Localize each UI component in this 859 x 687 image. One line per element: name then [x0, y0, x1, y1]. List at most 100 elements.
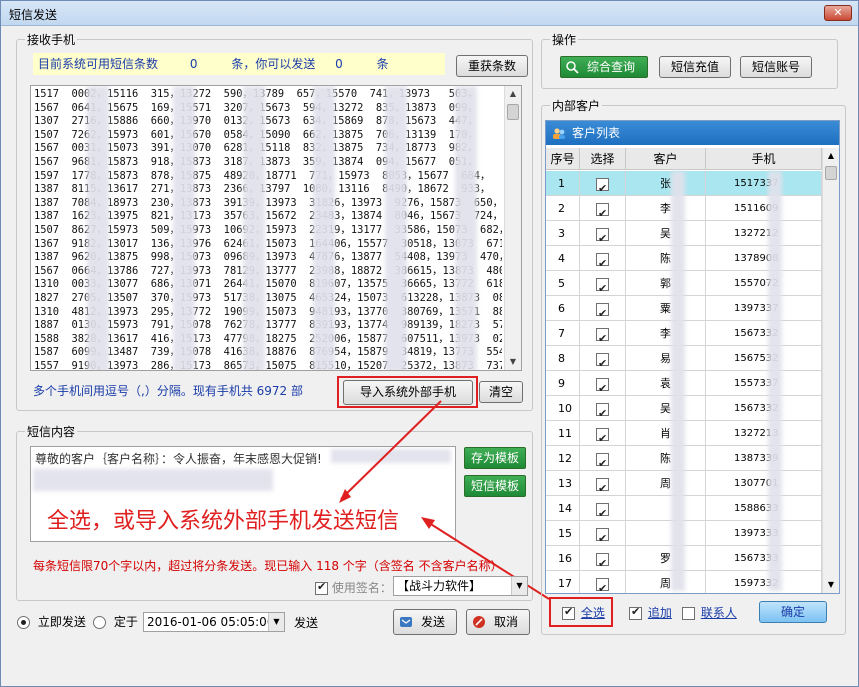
save-template-button[interactable]: 存为模板	[464, 447, 526, 469]
chevron-down-icon[interactable]: ▼	[511, 577, 527, 595]
sms-length-hint: 每条短信限70个字以内，超过将分条发送。现已输入 118 个字（含签名 不含客户…	[33, 559, 503, 573]
col-header-select[interactable]: 选择	[580, 148, 626, 170]
col-header-phone[interactable]: 手机	[706, 148, 822, 170]
row-select[interactable]	[580, 571, 626, 593]
row-select[interactable]	[580, 196, 626, 221]
customer-list-header: 客户列表	[546, 121, 839, 145]
row-select[interactable]	[580, 496, 626, 521]
row-select-checkbox[interactable]	[596, 576, 609, 593]
sms-template-button[interactable]: 短信模板	[464, 475, 526, 497]
scroll-thumb[interactable]	[507, 104, 519, 120]
scheduled-option[interactable]: 定于	[93, 613, 138, 630]
scheduled-radio[interactable]	[93, 616, 106, 629]
customer-list-scrollbar[interactable]: ▲ ▼	[822, 148, 839, 593]
ops-group-label: 操作	[550, 31, 579, 48]
search-icon	[566, 61, 579, 74]
send-now-option[interactable]: 立即发送	[17, 613, 86, 630]
close-button[interactable]: ✕	[824, 5, 852, 21]
row-select-checkbox[interactable]	[596, 501, 609, 521]
close-icon: ✕	[833, 6, 843, 19]
signature-value: 【战斗力软件】	[397, 579, 482, 593]
cancel-label: 取消	[493, 615, 518, 629]
row-phone: 1327212	[706, 221, 822, 246]
scheduled-label: 定于	[113, 615, 138, 629]
row-no: 5	[546, 271, 580, 296]
row-select-checkbox[interactable]	[596, 351, 609, 371]
row-select[interactable]	[580, 446, 626, 471]
row-select-checkbox[interactable]	[596, 451, 609, 471]
scroll-up-icon[interactable]: ▲	[505, 86, 521, 102]
row-select[interactable]	[580, 346, 626, 371]
col-header-no[interactable]: 序号	[546, 148, 580, 170]
row-select[interactable]	[580, 246, 626, 271]
row-select[interactable]	[580, 271, 626, 296]
confirm-button[interactable]: 确定	[759, 601, 827, 623]
row-phone: 1378908	[706, 246, 822, 271]
scroll-down-icon[interactable]: ▼	[505, 354, 521, 370]
recharge-button[interactable]: 短信充值	[659, 56, 731, 78]
row-select-checkbox[interactable]	[596, 551, 609, 571]
refresh-count-button[interactable]: 重获条数	[456, 55, 528, 77]
row-no: 1	[546, 171, 580, 196]
sms-group-label: 短信内容	[25, 423, 78, 440]
datetime-picker[interactable]: 2016-01-06 05:05:00 ▼	[143, 612, 285, 632]
contacts-checkbox[interactable]	[682, 607, 695, 620]
row-customer: 周	[626, 571, 706, 593]
row-select[interactable]	[580, 546, 626, 571]
cancel-button[interactable]: 取消	[466, 609, 530, 635]
row-select-checkbox[interactable]	[596, 251, 609, 271]
send-now-radio[interactable]	[17, 616, 30, 629]
row-select-checkbox[interactable]	[596, 326, 609, 346]
redaction-mask	[313, 86, 335, 370]
scroll-up-icon[interactable]: ▲	[823, 148, 839, 164]
row-select[interactable]	[580, 221, 626, 246]
row-select-checkbox[interactable]	[596, 201, 609, 221]
use-signature-checkbox[interactable]	[315, 580, 328, 595]
row-phone: 1597332	[706, 571, 822, 593]
row-select[interactable]	[580, 371, 626, 396]
scroll-down-icon[interactable]: ▼	[823, 577, 839, 593]
row-select-checkbox[interactable]	[596, 301, 609, 321]
row-select[interactable]	[580, 421, 626, 446]
row-customer	[626, 496, 706, 521]
row-customer: 张	[626, 171, 706, 196]
row-select-checkbox[interactable]	[596, 476, 609, 496]
send-label: 发送	[420, 615, 445, 629]
row-select[interactable]	[580, 321, 626, 346]
send-button[interactable]: 发送	[393, 609, 457, 635]
scroll-thumb[interactable]	[825, 166, 837, 180]
account-button[interactable]: 短信账号	[740, 56, 812, 78]
row-customer: 李	[626, 321, 706, 346]
row-select[interactable]	[580, 471, 626, 496]
row-no: 17	[546, 571, 580, 593]
phone-list-scrollbar[interactable]: ▲ ▼	[504, 86, 521, 370]
phone-list-textarea[interactable]: 1517 0002，15116 315，13272 590，13789 657，…	[30, 85, 522, 371]
info-mid: 条，你可以发送	[231, 57, 316, 71]
window-title: 短信发送	[9, 8, 58, 22]
row-select-checkbox[interactable]	[596, 526, 609, 546]
row-select-checkbox[interactable]	[596, 276, 609, 296]
row-phone: 1511609	[706, 196, 822, 221]
row-select[interactable]	[580, 171, 626, 196]
row-select-checkbox[interactable]	[596, 376, 609, 396]
contacts-option[interactable]: 联系人	[682, 604, 737, 621]
row-no: 2	[546, 196, 580, 221]
row-no: 10	[546, 396, 580, 421]
row-select-checkbox[interactable]	[596, 426, 609, 446]
row-select[interactable]	[580, 521, 626, 546]
append-checkbox[interactable]	[629, 605, 642, 620]
row-select[interactable]	[580, 296, 626, 321]
col-header-customer[interactable]: 客户	[626, 148, 706, 170]
append-option[interactable]: 追加	[629, 604, 672, 621]
row-select[interactable]	[580, 396, 626, 421]
row-select-checkbox[interactable]	[596, 176, 609, 196]
chevron-down-icon[interactable]: ▼	[268, 613, 284, 631]
clear-button[interactable]: 清空	[479, 381, 523, 403]
row-select-checkbox[interactable]	[596, 401, 609, 421]
title-bar: 短信发送 ✕	[1, 1, 858, 26]
row-select-checkbox[interactable]	[596, 226, 609, 246]
redaction-mask	[455, 86, 477, 370]
row-customer: 袁	[626, 371, 706, 396]
query-button[interactable]: 综合查询	[560, 56, 648, 78]
signature-select[interactable]: 【战斗力软件】 ▼	[393, 576, 528, 596]
